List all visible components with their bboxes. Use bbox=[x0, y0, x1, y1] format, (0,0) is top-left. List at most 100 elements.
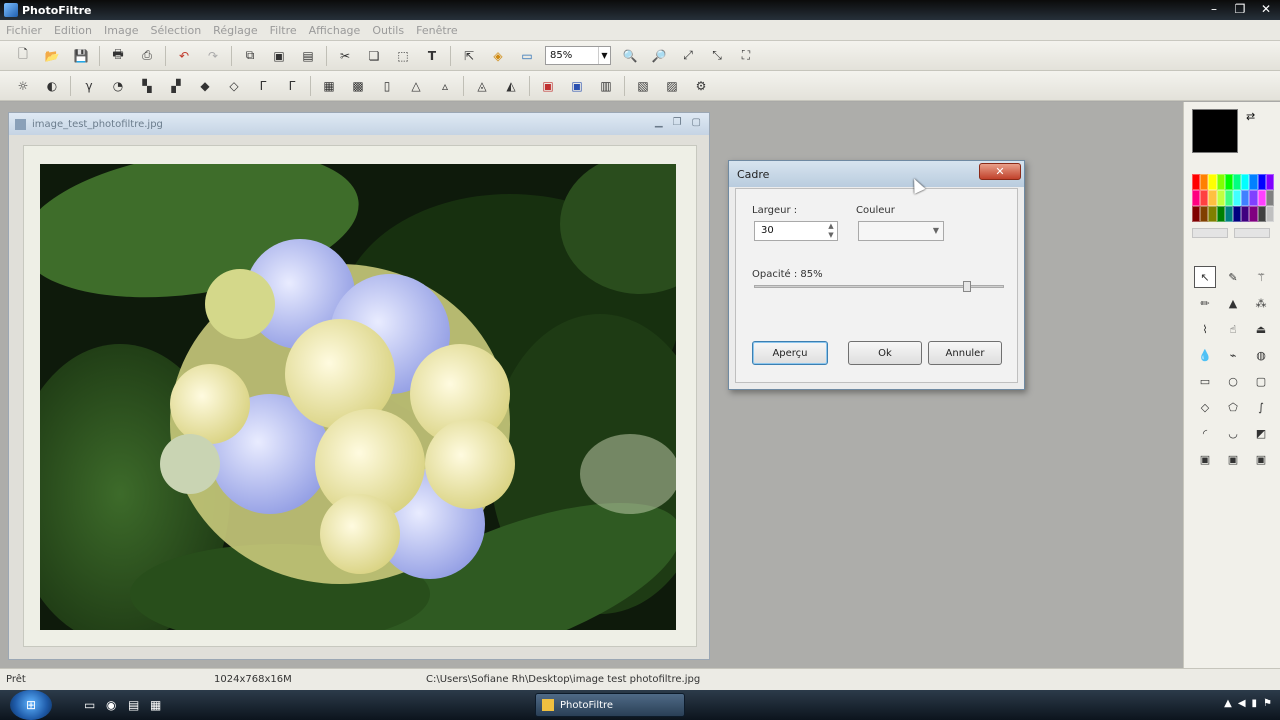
taskbar-item-photofiltre[interactable]: PhotoFiltre bbox=[535, 693, 685, 717]
color-swatch[interactable] bbox=[1216, 206, 1225, 222]
color-swatch[interactable] bbox=[1232, 174, 1242, 190]
flip-icon[interactable]: ▵ bbox=[434, 75, 456, 97]
drop-icon[interactable]: 💧 bbox=[1194, 344, 1216, 366]
color-swatch[interactable] bbox=[1192, 174, 1201, 190]
canvas-size-icon[interactable]: ◈ bbox=[487, 45, 509, 67]
mirror-h-icon[interactable]: ▣ bbox=[1194, 448, 1216, 470]
color-swatch[interactable] bbox=[1241, 174, 1250, 190]
cut-icon[interactable]: ✂ bbox=[334, 45, 356, 67]
tray-power-icon[interactable]: ▮ bbox=[1252, 698, 1258, 709]
scan-icon[interactable]: ⎙ bbox=[136, 45, 158, 67]
pencil-icon[interactable]: ✏ bbox=[1194, 292, 1216, 314]
grayscale-icon[interactable]: ▦ bbox=[318, 75, 340, 97]
color-swatch[interactable] bbox=[1257, 206, 1266, 222]
frame-icon[interactable]: ◭ bbox=[500, 75, 522, 97]
contrast-icon[interactable]: ◐ bbox=[41, 75, 63, 97]
wand-icon[interactable]: ⌁ bbox=[1222, 344, 1244, 366]
color-swatch[interactable] bbox=[1257, 190, 1266, 206]
color-swatch[interactable] bbox=[1232, 190, 1242, 206]
pattern-icon[interactable]: ▨ bbox=[661, 75, 683, 97]
color-swatch[interactable] bbox=[1208, 174, 1217, 190]
actual-size-icon[interactable]: ⤡ bbox=[706, 45, 728, 67]
layer-icon[interactable]: ▭ bbox=[516, 45, 538, 67]
color-swatch[interactable] bbox=[1208, 190, 1217, 206]
doc-restore-icon[interactable]: ❐ bbox=[673, 117, 682, 128]
copy-icon[interactable]: ⧉ bbox=[239, 45, 261, 67]
close-window-icon[interactable]: ✕ bbox=[1256, 2, 1276, 17]
fit-icon[interactable]: ⤢ bbox=[677, 45, 699, 67]
new-icon[interactable]: 🗋 bbox=[12, 45, 34, 67]
tray-network-icon[interactable]: ▲ bbox=[1224, 698, 1232, 709]
menu-reglage[interactable]: Réglage bbox=[213, 24, 257, 37]
menu-fenetre[interactable]: Fenêtre bbox=[416, 24, 458, 37]
color-swatch[interactable] bbox=[1216, 190, 1225, 206]
menu-edition[interactable]: Edition bbox=[54, 24, 92, 37]
explorer-icon[interactable]: ▤ bbox=[128, 698, 139, 712]
width-stepper[interactable]: 30 ▲ ▼ bbox=[754, 221, 838, 241]
text-icon[interactable]: T bbox=[421, 45, 443, 67]
tray-flag-icon[interactable]: ⚑ bbox=[1263, 698, 1272, 709]
color-swatch[interactable] bbox=[1241, 190, 1250, 206]
recent-color-swatch[interactable] bbox=[1192, 228, 1228, 238]
print-icon[interactable]: 🖶 bbox=[107, 45, 129, 67]
color-swatch[interactable] bbox=[1265, 174, 1274, 190]
crop-icon[interactable]: ⬚ bbox=[392, 45, 414, 67]
plugin-icon[interactable]: ⚙ bbox=[690, 75, 712, 97]
recent-color-swatch[interactable] bbox=[1234, 228, 1270, 238]
ok-button[interactable]: Ok bbox=[848, 341, 922, 365]
red-eye-icon[interactable]: ▣ bbox=[566, 75, 588, 97]
menu-affichage[interactable]: Affichage bbox=[309, 24, 361, 37]
color-swatch[interactable] bbox=[1249, 190, 1258, 206]
negative-icon[interactable]: ▯ bbox=[376, 75, 398, 97]
transform-icon[interactable]: ▥ bbox=[595, 75, 617, 97]
rotate-icon[interactable]: ◬ bbox=[471, 75, 493, 97]
zoom-out-icon[interactable]: 🔎 bbox=[648, 45, 670, 67]
desktop-icon[interactable]: ▭ bbox=[84, 698, 95, 712]
dialog-close-button[interactable]: ✕ bbox=[979, 163, 1021, 180]
color-swatch[interactable] bbox=[1192, 206, 1201, 222]
color-swatch[interactable] bbox=[1265, 206, 1274, 222]
color-swatch[interactable] bbox=[1257, 174, 1266, 190]
curve-icon[interactable]: ∫ bbox=[1250, 396, 1272, 418]
tray-volume-icon[interactable]: ◀ bbox=[1238, 698, 1246, 709]
rounded-rect-icon[interactable]: ▢ bbox=[1250, 370, 1272, 392]
lasso-icon[interactable]: ◇ bbox=[1194, 396, 1216, 418]
filter-icon[interactable]: ▞ bbox=[165, 75, 187, 97]
color-grid[interactable] bbox=[1192, 174, 1274, 222]
brush-icon[interactable]: ⌇ bbox=[1194, 318, 1216, 340]
document-window[interactable]: image_test_photofiltre.jpg ▁ ❐ ▢ bbox=[8, 112, 710, 660]
color-swatch[interactable] bbox=[1249, 206, 1258, 222]
image-canvas[interactable] bbox=[23, 145, 697, 647]
doc-maximize-icon[interactable]: ▢ bbox=[692, 117, 701, 128]
foreground-color-swatch[interactable] bbox=[1192, 109, 1238, 153]
ellipse-icon[interactable]: ○ bbox=[1222, 370, 1244, 392]
mirror-c-icon[interactable]: ▣ bbox=[1250, 448, 1272, 470]
opacity-slider-thumb[interactable] bbox=[962, 281, 971, 292]
sharpen-icon[interactable]: ◆ bbox=[194, 75, 216, 97]
browser-icon[interactable]: ◉ bbox=[106, 698, 116, 712]
smudge-icon[interactable]: ☝ bbox=[1222, 318, 1244, 340]
color-swatch[interactable] bbox=[1200, 190, 1209, 206]
minimize-icon[interactable]: – bbox=[1204, 2, 1224, 17]
menu-outils[interactable]: Outils bbox=[372, 24, 404, 37]
select-icon[interactable]: ↖ bbox=[1194, 266, 1216, 288]
stepper-arrows-icon[interactable]: ▲ ▼ bbox=[825, 222, 837, 240]
zoom-select[interactable]: 85% ▼ bbox=[545, 46, 611, 65]
spray-icon[interactable]: ⁂ bbox=[1250, 292, 1272, 314]
clone-icon[interactable]: ❏ bbox=[363, 45, 385, 67]
color-swatch[interactable] bbox=[1265, 190, 1274, 206]
fill-icon[interactable]: ▲ bbox=[1222, 292, 1244, 314]
color-swatch[interactable] bbox=[1241, 206, 1250, 222]
paste-icon[interactable]: ▣ bbox=[268, 45, 290, 67]
start-button[interactable]: ⊞ bbox=[10, 690, 52, 720]
edge-icon[interactable]: Γ bbox=[281, 75, 303, 97]
blur-icon[interactable]: ◇ bbox=[223, 75, 245, 97]
chevron-down-icon[interactable]: ▼ bbox=[598, 47, 610, 64]
fullscreen-icon[interactable]: ⛶ bbox=[735, 45, 757, 67]
color-swatch[interactable] bbox=[1249, 174, 1258, 190]
stamp-icon[interactable]: ⏏ bbox=[1250, 318, 1272, 340]
eyedropper-icon[interactable]: ✎ bbox=[1222, 266, 1244, 288]
polygon-icon[interactable]: ⬠ bbox=[1222, 396, 1244, 418]
color-swatch[interactable] bbox=[1224, 174, 1233, 190]
swap-colors-icon[interactable]: ⇄ bbox=[1246, 110, 1255, 123]
